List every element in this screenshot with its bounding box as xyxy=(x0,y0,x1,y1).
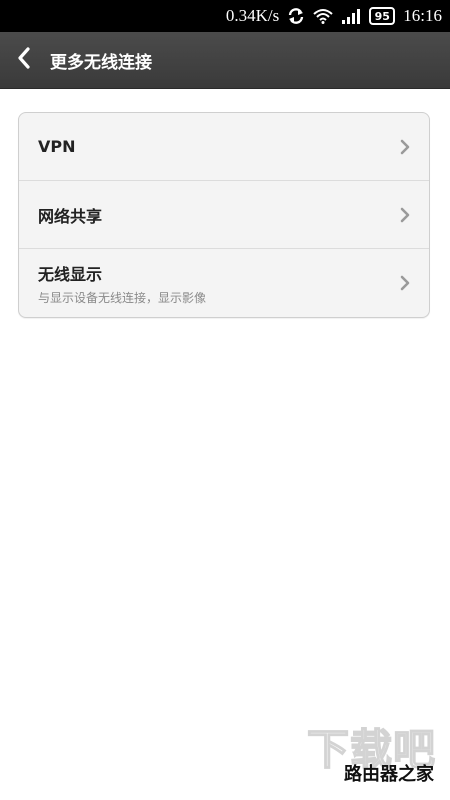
page-title: 更多无线连接 xyxy=(50,52,152,73)
title-bar: 更多无线连接 xyxy=(0,32,450,89)
chevron-right-icon xyxy=(400,275,410,291)
sync-icon xyxy=(287,7,305,25)
settings-item-wireless-display[interactable]: 无线显示 与显示设备无线连接，显示影像 xyxy=(19,249,429,317)
battery-level: 95 xyxy=(374,9,390,23)
clock: 16:16 xyxy=(403,6,442,25)
settings-item-subtitle: 与显示设备无线连接，显示影像 xyxy=(38,290,207,305)
status-bar-right: 0.34K/s 95 16:16 xyxy=(226,0,442,32)
settings-item-label: 网络共享 xyxy=(38,206,103,226)
wifi-icon xyxy=(313,8,333,24)
settings-item-label: 无线显示 xyxy=(38,264,103,284)
back-chevron-icon xyxy=(17,47,31,73)
chevron-right-icon xyxy=(400,207,410,222)
settings-item-vpn[interactable]: VPN xyxy=(19,113,429,181)
battery-icon: 95 xyxy=(369,7,396,25)
settings-item-tethering[interactable]: 网络共享 xyxy=(19,181,429,249)
settings-card: VPN 网络共享 无线显示 与显示设备无线连接，显示影像 xyxy=(18,112,430,318)
watermark-bottom-text: 路由器之家 xyxy=(344,764,434,785)
network-speed: 0.34K/s xyxy=(225,6,280,25)
chevron-right-icon xyxy=(400,139,410,154)
status-bar: 0.34K/s 95 16:16 xyxy=(0,0,450,32)
settings-item-label: VPN xyxy=(38,137,76,156)
signal-icon xyxy=(341,8,361,24)
back-button[interactable] xyxy=(0,32,48,88)
watermark: 下载吧 路由器之家 xyxy=(292,716,442,792)
